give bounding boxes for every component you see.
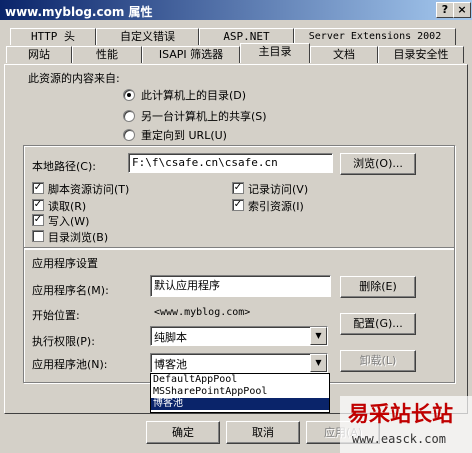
app-pool-dropdown-list: DefaultAppPool MSSharePointAppPool 博客池 (150, 373, 330, 413)
local-path-input[interactable]: F:\f\csafe.cn\csafe.cn (128, 153, 333, 173)
read-label: 读取(R) (48, 200, 87, 213)
read-checkbox[interactable]: ✓ (32, 199, 44, 211)
unload-button-label: 卸载(L) (359, 354, 397, 367)
unload-button: 卸载(L) (340, 350, 416, 372)
app-pool-option-selected[interactable]: 博客池 (151, 398, 329, 410)
option-redirect-url[interactable]: 重定向到 URL(U) (141, 127, 227, 143)
tab-server-extensions[interactable]: Server Extensions 2002 (294, 28, 456, 45)
close-button[interactable]: × (453, 2, 471, 18)
log-visits-checkbox[interactable]: ✓ (232, 182, 244, 194)
app-pool-value: 博客池 (154, 358, 187, 371)
chevron-down-icon[interactable]: ▼ (310, 327, 327, 345)
content-source-label: 此资源的内容来自: (28, 72, 120, 85)
radio-local-directory[interactable] (123, 89, 135, 101)
cancel-button[interactable]: 取消 (226, 421, 300, 444)
start-label: 开始位置: (32, 309, 80, 322)
exec-permission-label: 执行权限(P): (32, 335, 95, 348)
remove-button[interactable]: 删除(E) (340, 276, 416, 298)
watermark-logo-text: 易采站长站 (348, 401, 453, 426)
tab-home-directory[interactable]: 主目录 (240, 43, 310, 63)
option-local-directory[interactable]: 此计算机上的目录(D) (141, 87, 246, 103)
tab-performance[interactable]: 性能 (72, 46, 142, 63)
app-name-input[interactable]: 默认应用程序 (150, 275, 331, 297)
ok-button[interactable]: 确定 (146, 421, 220, 444)
tab-custom-errors[interactable]: 自定义错误 (96, 28, 199, 45)
tab-http-headers[interactable]: HTTP 头 (10, 28, 96, 45)
option-network-share[interactable]: 另一台计算机上的共享(S) (141, 108, 267, 124)
app-pool-label: 应用程序池(N): (32, 358, 108, 371)
local-path-label: 本地路径(C): (32, 160, 96, 173)
index-checkbox[interactable]: ✓ (232, 199, 244, 211)
tab-website[interactable]: 网站 (6, 46, 72, 63)
write-label: 写入(W) (48, 215, 90, 228)
chevron-down-icon[interactable]: ▼ (310, 354, 327, 372)
dir-browse-label: 目录浏览(B) (48, 231, 109, 244)
script-access-checkbox[interactable]: ✓ (32, 182, 44, 194)
app-settings-label: 应用程序设置 (32, 257, 98, 270)
radio-network-share[interactable] (123, 110, 135, 122)
dir-browse-checkbox[interactable] (32, 230, 44, 242)
exec-permission-value: 纯脚本 (154, 331, 187, 344)
watermark-url: www.easck.com (352, 432, 446, 446)
window-title: www.myblog.com 属性 (5, 5, 153, 19)
config-button[interactable]: 配置(G)... (340, 313, 416, 335)
exec-permission-select[interactable]: 纯脚本 ▼ (150, 326, 328, 346)
start-value: <www.myblog.com> (154, 307, 251, 318)
log-visits-label: 记录访问(V) (248, 183, 309, 196)
help-button[interactable]: ? (436, 2, 454, 18)
app-pool-option[interactable]: MSSharePointAppPool (151, 386, 329, 398)
tab-documents[interactable]: 文档 (310, 46, 378, 63)
app-pool-select[interactable]: 博客池 ▼ (150, 353, 328, 373)
app-name-label: 应用程序名(M): (32, 284, 109, 297)
app-pool-option[interactable]: DefaultAppPool (151, 374, 329, 386)
script-access-label: 脚本资源访问(T) (48, 183, 130, 196)
tab-directory-security[interactable]: 目录安全性 (378, 46, 464, 63)
write-checkbox[interactable]: ✓ (32, 214, 44, 226)
radio-redirect-url[interactable] (123, 129, 135, 141)
title-bar: www.myblog.com 属性 ? × (0, 0, 472, 20)
watermark-overlay: 易采站长站 www.easck.com (340, 396, 472, 453)
tab-isapi-filters[interactable]: ISAPI 筛选器 (142, 46, 240, 63)
browse-button[interactable]: 浏览(O)... (340, 153, 416, 175)
index-label: 索引资源(I) (248, 200, 304, 213)
